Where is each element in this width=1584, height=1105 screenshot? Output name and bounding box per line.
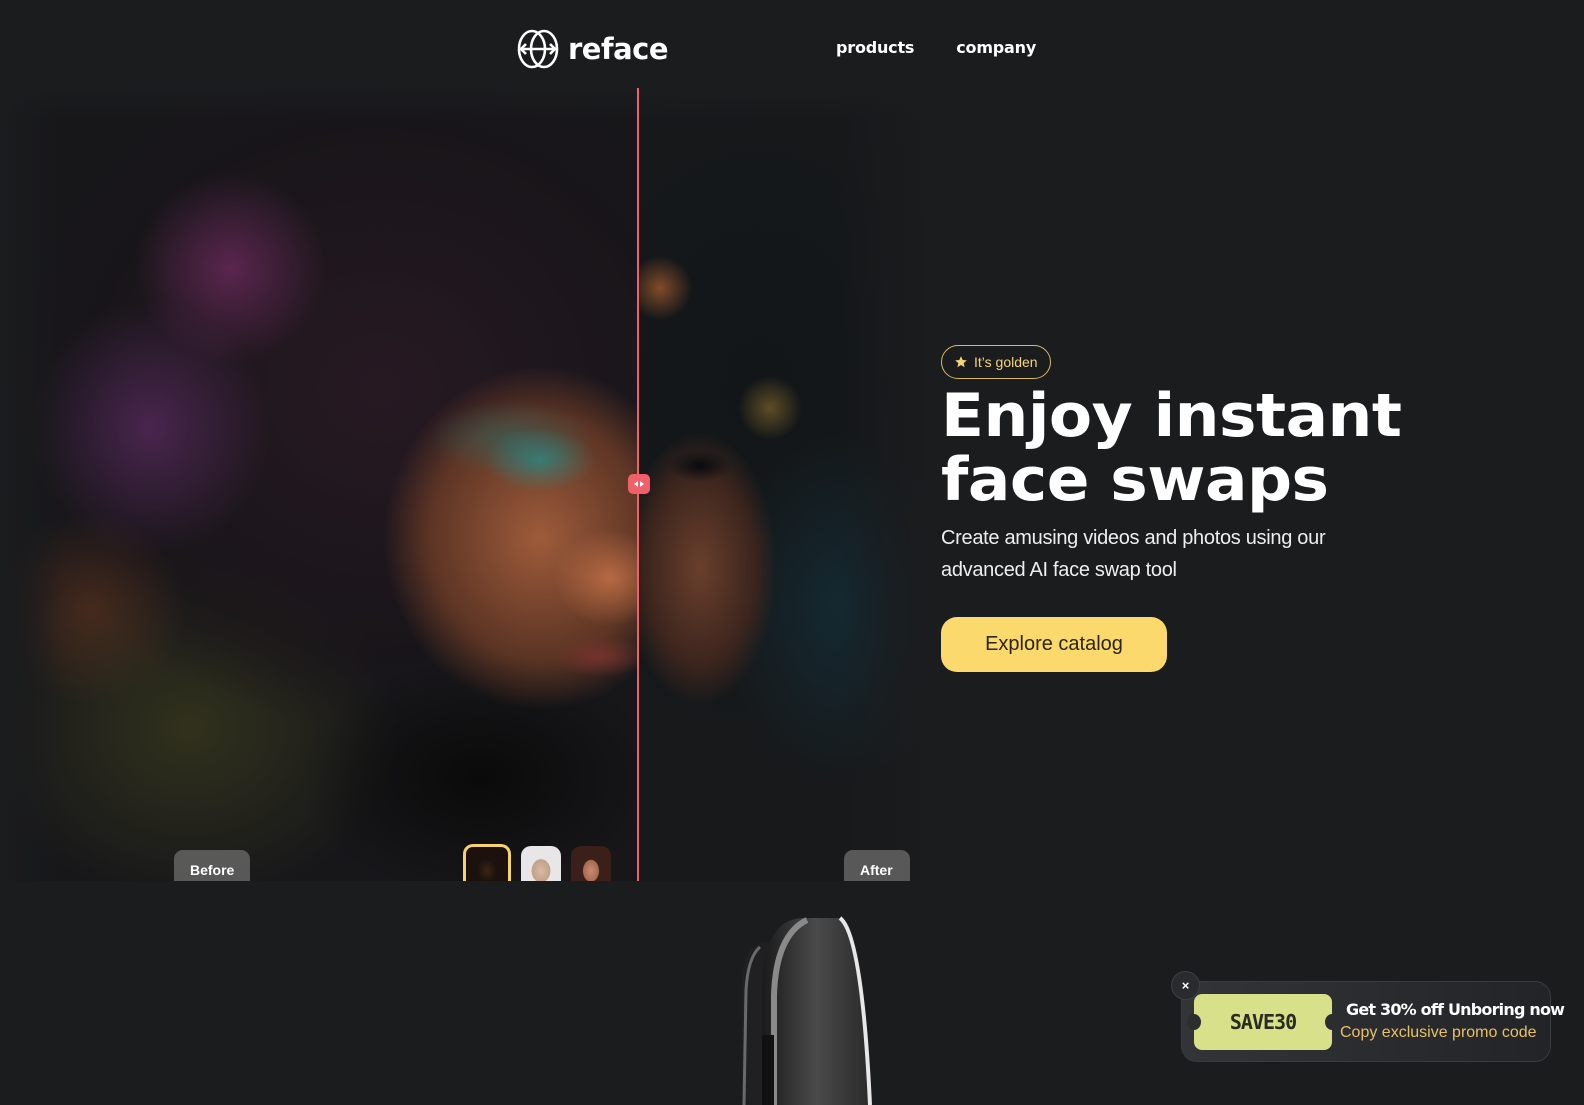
face-thumbnails bbox=[463, 844, 611, 881]
headline-line-1: Enjoy instant bbox=[941, 381, 1402, 451]
hero-headline: Enjoy instant face swaps bbox=[941, 384, 1529, 512]
compare-slider-handle[interactable] bbox=[628, 474, 650, 494]
face-thumbnail[interactable] bbox=[463, 844, 511, 881]
logo-text: reface bbox=[568, 32, 669, 66]
headline-line-2: face swaps bbox=[941, 445, 1329, 515]
arrow-left-icon bbox=[634, 481, 638, 487]
before-image bbox=[0, 88, 638, 881]
arrow-right-icon bbox=[640, 481, 644, 487]
before-label: Before bbox=[174, 850, 250, 881]
close-promo-button[interactable]: × bbox=[1171, 971, 1200, 1000]
after-image bbox=[638, 88, 940, 881]
logo-link[interactable]: reface bbox=[516, 28, 669, 70]
star-icon bbox=[955, 356, 967, 368]
nav-products[interactable]: products bbox=[836, 38, 914, 57]
badge-text: It’s golden bbox=[974, 354, 1038, 370]
nav-company[interactable]: company bbox=[956, 38, 1036, 57]
main-nav: products company bbox=[836, 38, 1036, 57]
site-header: reface products company bbox=[0, 0, 1584, 88]
reface-logo-icon bbox=[517, 29, 559, 69]
after-label: After bbox=[844, 850, 910, 881]
coupon-code[interactable]: SAVE30 bbox=[1187, 994, 1339, 1050]
promo-subtitle[interactable]: Copy exclusive promo code bbox=[1340, 1024, 1537, 1042]
hero-subtitle: Create amusing videos and photos using o… bbox=[941, 527, 1326, 581]
promo-title: Get 30% off Unboring now bbox=[1346, 1000, 1565, 1019]
face-thumbnail[interactable] bbox=[521, 846, 561, 881]
ring-product-image bbox=[742, 916, 872, 1105]
before-after-compare[interactable]: Before After bbox=[0, 88, 940, 881]
face-thumbnail[interactable] bbox=[571, 846, 611, 881]
explore-catalog-button[interactable]: Explore catalog bbox=[941, 617, 1167, 672]
golden-badge: It’s golden bbox=[941, 345, 1051, 379]
